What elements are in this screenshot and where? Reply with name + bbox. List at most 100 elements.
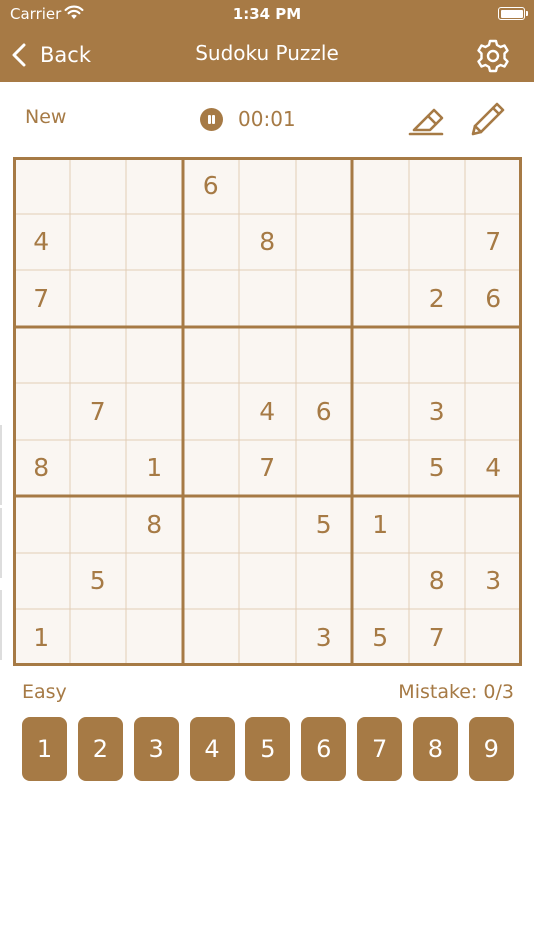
settings-button[interactable] xyxy=(475,38,511,74)
board-cell[interactable] xyxy=(70,440,127,497)
board-cell[interactable] xyxy=(465,327,522,384)
number-button-1[interactable]: 1 xyxy=(22,717,67,781)
board-cell[interactable] xyxy=(70,157,127,214)
board-cell[interactable] xyxy=(126,327,183,384)
board-cell[interactable]: 7 xyxy=(70,383,127,440)
number-button-3[interactable]: 3 xyxy=(133,717,179,781)
board-cell[interactable] xyxy=(352,214,409,271)
eraser-button[interactable] xyxy=(406,100,446,142)
board-cell[interactable] xyxy=(183,214,240,271)
timer-display: 00:01 xyxy=(238,107,296,131)
board-cell[interactable] xyxy=(239,496,296,553)
board-cell[interactable]: 7 xyxy=(465,214,522,271)
number-button-4[interactable]: 4 xyxy=(189,717,235,781)
board-cell[interactable] xyxy=(126,214,183,271)
board-cell[interactable]: 3 xyxy=(296,609,353,666)
number-button-6[interactable]: 6 xyxy=(301,717,347,781)
board-cell[interactable]: 8 xyxy=(239,214,296,271)
board-cell[interactable] xyxy=(352,383,409,440)
board-cell[interactable]: 3 xyxy=(465,553,522,610)
board-cell[interactable]: 1 xyxy=(352,496,409,553)
pause-icon[interactable] xyxy=(200,108,223,131)
board-cell[interactable] xyxy=(13,496,70,553)
board-cell[interactable] xyxy=(352,327,409,384)
board-cell[interactable] xyxy=(409,496,466,553)
board-cell[interactable] xyxy=(13,157,70,214)
board-cell[interactable]: 1 xyxy=(126,440,183,497)
board-cell[interactable]: 5 xyxy=(352,609,409,666)
board-cell[interactable] xyxy=(239,270,296,327)
board-cell[interactable] xyxy=(239,553,296,610)
board-cell[interactable]: 5 xyxy=(70,553,127,610)
board-cell[interactable]: 6 xyxy=(465,270,522,327)
board-cell[interactable] xyxy=(352,553,409,610)
board-cell[interactable] xyxy=(126,270,183,327)
pencil-button[interactable] xyxy=(469,100,509,142)
board-cell[interactable] xyxy=(70,270,127,327)
board-cell[interactable] xyxy=(409,157,466,214)
number-button-7[interactable]: 7 xyxy=(357,717,403,781)
number-button-9[interactable]: 9 xyxy=(468,717,514,781)
board-cell[interactable]: 7 xyxy=(13,270,70,327)
board-cell[interactable] xyxy=(183,383,240,440)
new-game-button[interactable]: New xyxy=(25,106,66,128)
board-cell[interactable]: 4 xyxy=(465,440,522,497)
board-cell[interactable] xyxy=(352,440,409,497)
board-cell[interactable] xyxy=(183,496,240,553)
board-cell[interactable] xyxy=(13,327,70,384)
board-cell[interactable] xyxy=(126,383,183,440)
board-cell[interactable] xyxy=(296,327,353,384)
board-cell[interactable] xyxy=(352,270,409,327)
board-cell[interactable] xyxy=(183,327,240,384)
board-cell[interactable] xyxy=(70,327,127,384)
board-cell[interactable] xyxy=(183,440,240,497)
board-cell[interactable]: 6 xyxy=(296,383,353,440)
board-cell[interactable] xyxy=(239,327,296,384)
board-cell[interactable]: 7 xyxy=(409,609,466,666)
number-button-8[interactable]: 8 xyxy=(412,717,458,781)
board-cell[interactable]: 5 xyxy=(409,440,466,497)
number-pad: 123456789 xyxy=(0,717,534,781)
board-cell[interactable] xyxy=(296,270,353,327)
board-cell[interactable]: 4 xyxy=(239,383,296,440)
board-cell[interactable] xyxy=(296,440,353,497)
board-cell[interactable] xyxy=(126,157,183,214)
board-cell[interactable] xyxy=(296,553,353,610)
board-cell[interactable]: 4 xyxy=(13,214,70,271)
number-button-5[interactable]: 5 xyxy=(245,717,291,781)
board-cell[interactable] xyxy=(126,553,183,610)
board-cell[interactable] xyxy=(465,383,522,440)
board-cell[interactable] xyxy=(70,496,127,553)
board-cell[interactable] xyxy=(352,157,409,214)
board-cell[interactable] xyxy=(183,609,240,666)
board-cell[interactable] xyxy=(409,327,466,384)
board-cell[interactable]: 5 xyxy=(296,496,353,553)
edge-divider xyxy=(0,425,2,505)
board-cell[interactable] xyxy=(465,609,522,666)
board-cell[interactable] xyxy=(239,157,296,214)
board-cell[interactable] xyxy=(70,609,127,666)
board-cell[interactable] xyxy=(465,496,522,553)
board-cell[interactable] xyxy=(13,553,70,610)
board-cell[interactable] xyxy=(239,609,296,666)
board-cell[interactable]: 8 xyxy=(126,496,183,553)
board-cell[interactable]: 3 xyxy=(409,383,466,440)
board-cell[interactable]: 6 xyxy=(183,157,240,214)
board-cell[interactable] xyxy=(409,214,466,271)
board-cell[interactable] xyxy=(126,609,183,666)
board-cell[interactable] xyxy=(70,214,127,271)
board-cell[interactable]: 8 xyxy=(13,440,70,497)
cell-value: 7 xyxy=(428,622,445,652)
board-cell[interactable] xyxy=(296,214,353,271)
navigation-bar: Back Sudoku Puzzle xyxy=(0,30,534,82)
number-button-2[interactable]: 2 xyxy=(77,717,123,781)
board-cell[interactable] xyxy=(183,553,240,610)
board-cell[interactable]: 7 xyxy=(239,440,296,497)
board-cell[interactable] xyxy=(13,383,70,440)
board-cell[interactable]: 2 xyxy=(409,270,466,327)
board-cell[interactable]: 8 xyxy=(409,553,466,610)
board-cell[interactable] xyxy=(296,157,353,214)
board-cell[interactable] xyxy=(183,270,240,327)
board-cell[interactable] xyxy=(465,157,522,214)
board-cell[interactable]: 1 xyxy=(13,609,70,666)
